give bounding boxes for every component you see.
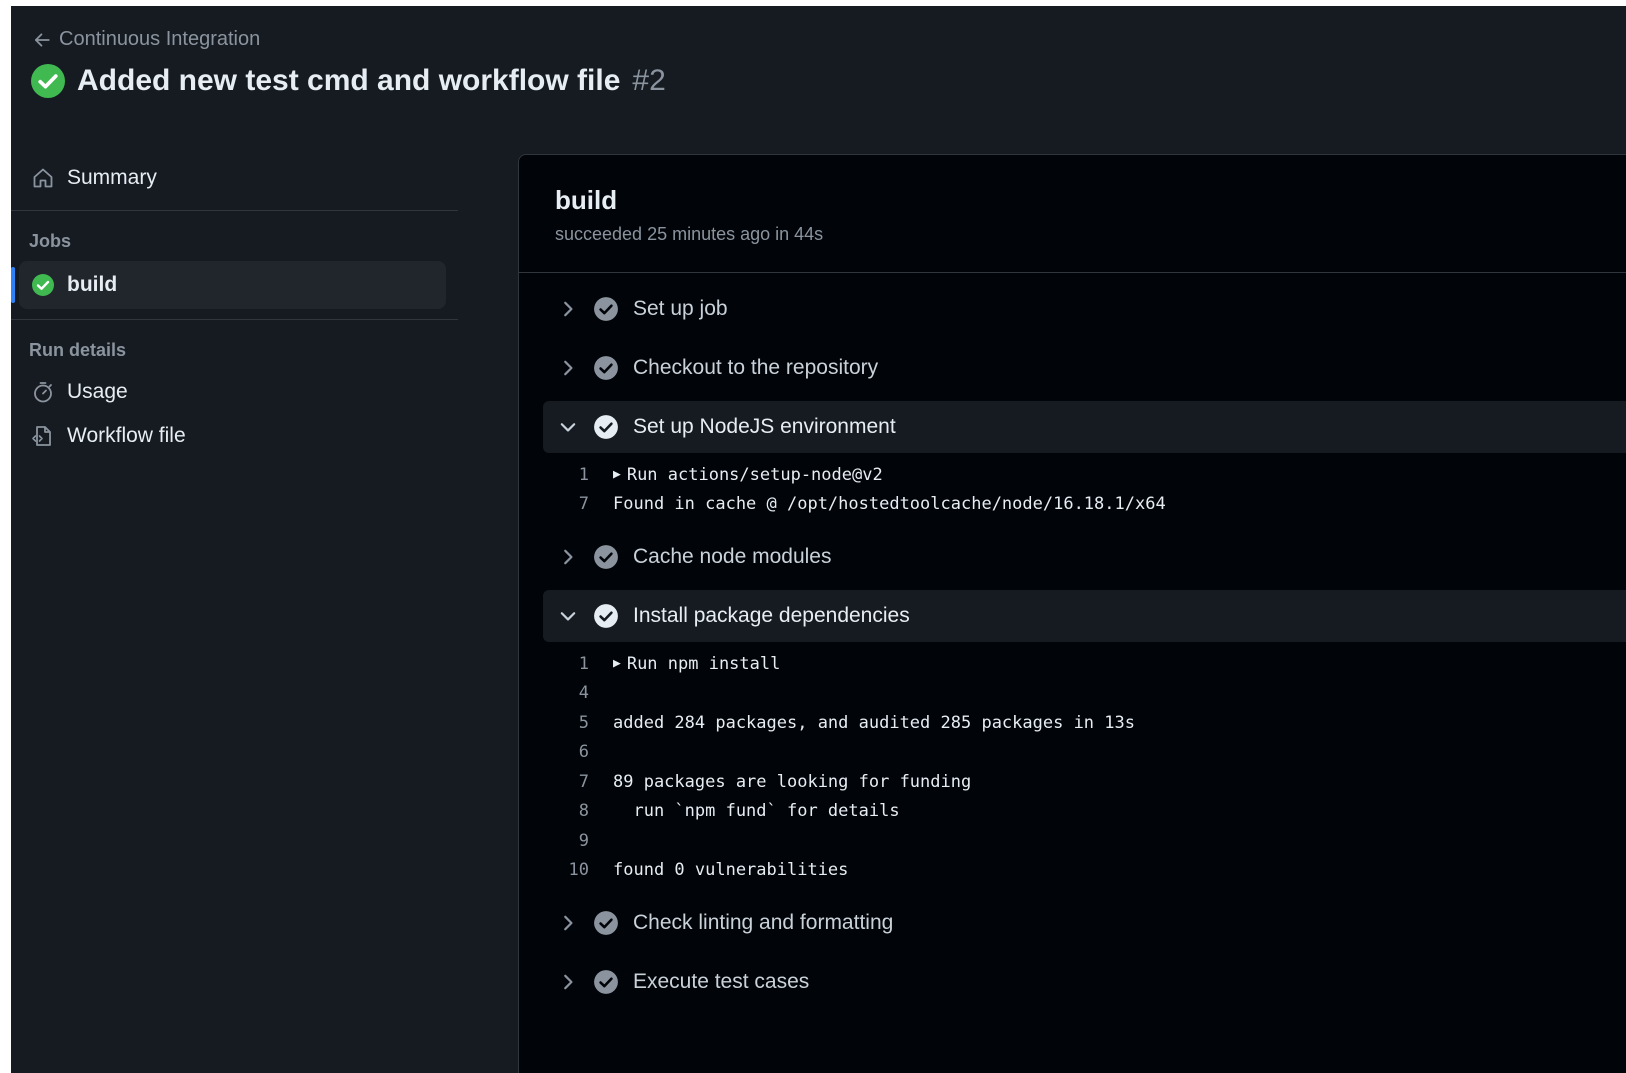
stopwatch-icon [34,382,52,403]
chevron-down-icon [560,612,576,621]
run-title-text: Added new test cmd and workflow file [77,64,621,97]
page-title: Added new test cmd and workflow file #2 [31,64,666,98]
check-circle-icon [594,297,618,321]
sidebar-item-label: Workflow file [67,424,186,447]
step-name: Set up NodeJS environment [633,415,896,438]
log-text: added 284 packages, and audited 285 pack… [613,712,1135,733]
log-line: 7 Found in cache @ /opt/hostedtoolcache/… [543,490,1626,520]
log-line: 9 [543,826,1626,856]
line-number: 1 [578,464,589,485]
step-name: Install package dependencies [633,604,910,627]
run-details-heading: Run details [29,340,127,360]
log-line[interactable]: 1 ▶ Run npm install [543,649,1626,679]
sidebar-item-label: build [67,273,118,296]
sidebar-item-build[interactable]: build [11,261,446,309]
back-link[interactable]: Continuous Integration [33,28,260,51]
line-number: 8 [578,801,589,822]
step-row[interactable]: Install package dependencies [543,590,1626,642]
sidebar-divider [11,319,458,320]
sidebar-item-workflow-file[interactable]: Workflow file [11,414,471,458]
line-number: 6 [578,742,589,763]
arrow-left-icon [34,32,50,47]
check-circle-icon [594,604,618,628]
log-line: 6 [543,738,1626,768]
file-code-icon [32,426,51,446]
line-number: 7 [578,494,589,515]
chevron-right-icon [564,301,573,317]
steps-list: Set up job Checkout to the repository Se… [519,273,1626,1008]
step-name: Execute test cases [633,970,810,993]
chevron-down-icon [560,423,576,432]
chevron-right-icon [564,549,573,565]
triangle-right-icon[interactable]: ▶ [613,467,621,482]
step-name: Set up job [633,297,728,320]
step-log: 1 ▶ Run npm install 4 5 added 284 package… [543,649,1626,885]
line-number: 7 [578,771,589,792]
sidebar-item-summary[interactable]: Summary [11,156,471,200]
run-number: #2 [632,64,666,97]
log-text: 89 packages are looking for funding [613,771,972,792]
sidebar: Summary Jobs build Run details Usage Wor… [11,156,471,458]
check-circle-icon [594,415,618,439]
log-line: 5 added 284 packages, and audited 285 pa… [543,708,1626,738]
step-row[interactable]: Set up NodeJS environment [543,401,1626,453]
log-line: 7 89 packages are looking for funding [543,767,1626,797]
sidebar-item-usage[interactable]: Usage [11,370,471,414]
line-number: 1 [578,653,589,674]
check-circle-icon [31,64,65,98]
line-number: 5 [578,712,589,733]
log-line: 10 found 0 vulnerabilities [543,856,1626,886]
job-status: succeeded 25 minutes ago in 44s [555,224,824,244]
line-number: 10 [568,860,589,881]
line-number: 4 [578,683,589,704]
step-log: 1 ▶ Run actions/setup-node@v2 7 Found in … [543,460,1626,519]
log-text: run `npm fund` for details [613,801,900,822]
check-circle-icon [594,970,618,994]
job-header: build succeeded 25 minutes ago in 44s [519,155,1626,273]
log-line[interactable]: 1 ▶ Run actions/setup-node@v2 [543,460,1626,490]
log-line: 4 [543,679,1626,709]
check-circle-icon [594,911,618,935]
workflow-run-page: Continuous Integration Added new test cm… [11,6,1626,1073]
step-row[interactable]: Execute test cases [543,956,1626,1008]
check-circle-icon [32,274,54,296]
triangle-right-icon[interactable]: ▶ [613,656,621,671]
step-name: Cache node modules [633,545,832,568]
log-text: Run npm install [626,653,781,674]
check-circle-icon [594,545,618,569]
sidebar-item-label: Summary [67,166,157,189]
line-number: 9 [578,830,589,851]
log-line: 8 run `npm fund` for details [543,797,1626,827]
jobs-heading: Jobs [29,231,72,251]
chevron-right-icon [564,915,573,931]
sidebar-item-label: Usage [67,380,128,403]
job-log-panel: build succeeded 25 minutes ago in 44s Se… [518,154,1626,1073]
chevron-right-icon [564,974,573,990]
step-row[interactable]: Checkout to the repository [543,342,1626,394]
step-name: Check linting and formatting [633,911,894,934]
step-row[interactable]: Set up job [543,283,1626,335]
step-row[interactable]: Cache node modules [543,531,1626,583]
step-row[interactable]: Check linting and formatting [543,897,1626,949]
check-circle-icon [594,356,618,380]
sidebar-divider [11,210,458,211]
home-icon [33,168,53,188]
log-text: Found in cache @ /opt/hostedtoolcache/no… [613,494,1166,515]
log-text: found 0 vulnerabilities [613,860,849,881]
back-link-label: Continuous Integration [59,28,261,50]
step-name: Checkout to the repository [633,356,879,379]
job-name: build [555,185,618,215]
chevron-right-icon [564,360,573,376]
log-text: Run actions/setup-node@v2 [626,464,883,485]
